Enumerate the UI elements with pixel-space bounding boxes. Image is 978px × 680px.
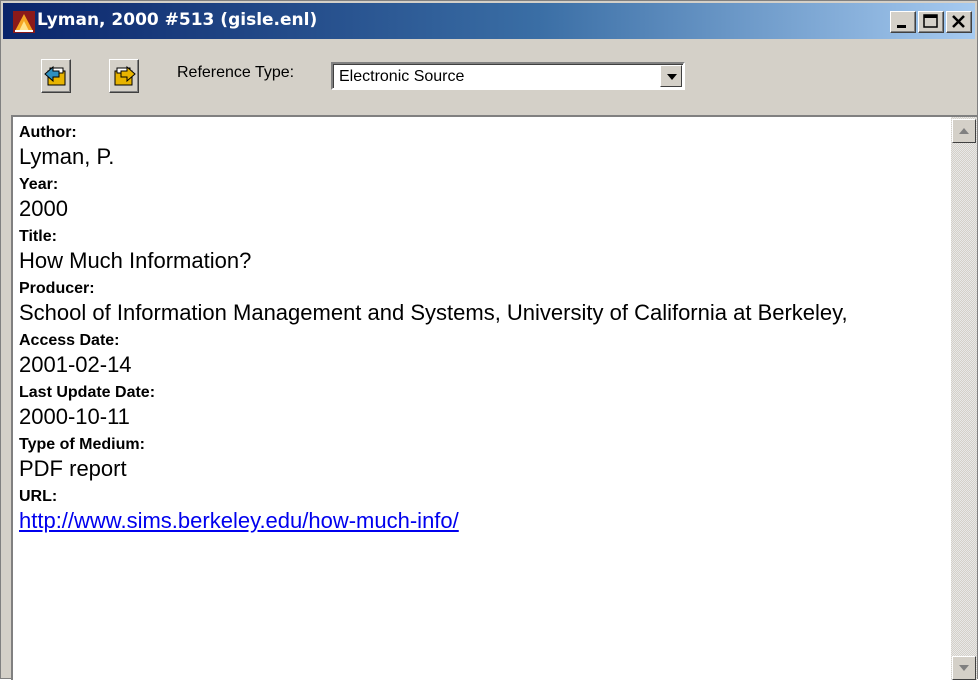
maximize-button[interactable] [918,11,944,33]
field-list: Author: Lyman, P. Year: 2000 Title: How … [19,123,939,539]
field-label-title: Title: [19,228,57,245]
reference-window: Lyman, 2000 #513 (gisle.enl) Reference T… [0,0,978,680]
title-bar[interactable]: Lyman, 2000 #513 (gisle.enl) [3,3,975,39]
close-button[interactable] [946,11,972,33]
endnote-app-icon [13,11,35,33]
scroll-up-arrow-icon[interactable] [952,119,976,143]
previous-reference-button[interactable] [41,59,71,93]
field-label-year: Year: [19,176,59,193]
reference-type-value: Electronic Source [339,68,465,85]
field-value-access-date[interactable]: 2001-02-14 [19,351,939,378]
field-label-url: URL: [19,488,58,505]
field-value-year[interactable]: 2000 [19,195,939,222]
window-title: Lyman, 2000 #513 (gisle.enl) [37,10,318,30]
reference-type-label: Reference Type: [177,64,295,81]
reference-fields-panel: Author: Lyman, P. Year: 2000 Title: How … [11,115,977,680]
toolbar: Reference Type: Electronic Source [3,41,975,113]
field-value-title[interactable]: How Much Information? [19,247,939,274]
field-label-type-of-medium: Type of Medium: [19,436,145,453]
field-value-last-update-date[interactable]: 2000-10-11 [19,403,939,430]
field-value-author[interactable]: Lyman, P. [19,143,939,170]
field-label-producer: Producer: [19,280,95,297]
field-label-author: Author: [19,124,77,141]
field-value-url-link[interactable]: http://www.sims.berkeley.edu/how-much-in… [19,507,939,534]
vertical-scrollbar[interactable] [951,117,977,680]
field-value-producer[interactable]: School of Information Management and Sys… [19,299,939,326]
field-label-last-update-date: Last Update Date: [19,384,156,401]
minimize-button[interactable] [890,11,916,33]
reference-type-dropdown[interactable]: Electronic Source [331,62,685,90]
next-reference-button[interactable] [109,59,139,93]
chevron-down-icon[interactable] [660,65,682,87]
caption-buttons [890,11,972,33]
field-label-access-date: Access Date: [19,332,120,349]
field-value-type-of-medium[interactable]: PDF report [19,455,939,482]
scroll-down-arrow-icon[interactable] [952,656,976,680]
